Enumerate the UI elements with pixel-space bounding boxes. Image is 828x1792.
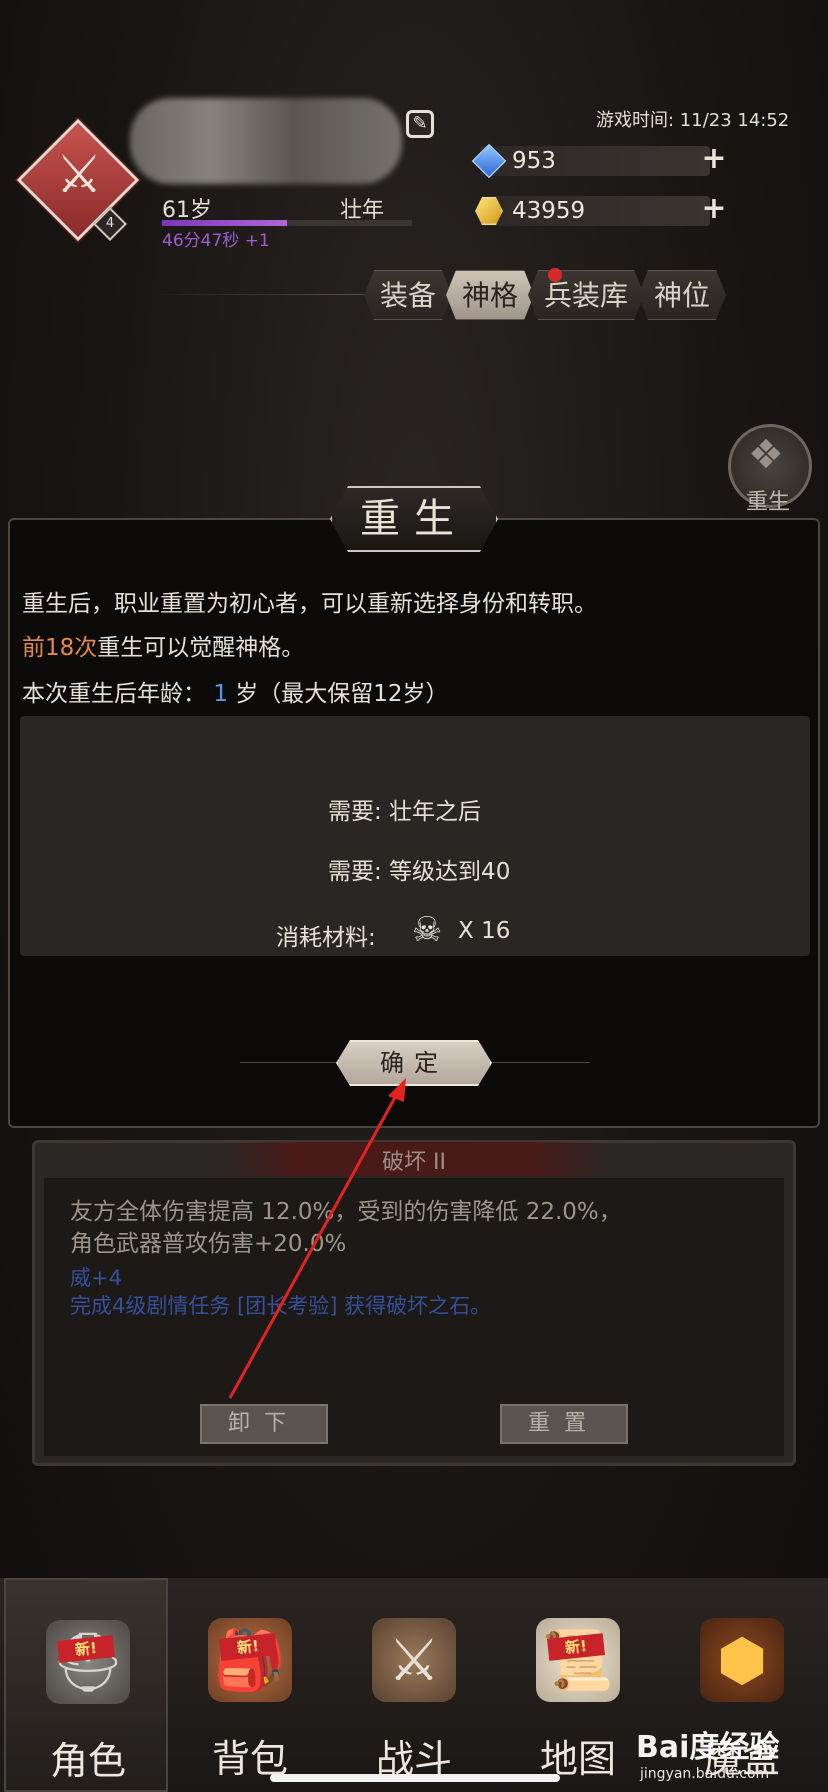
material-label: 消耗材料:: [276, 925, 376, 951]
nav-battle[interactable]: ⚔ 战斗: [332, 1578, 496, 1792]
age-note-suffix: 岁（最大保留12岁）: [235, 681, 449, 707]
notification-dot: [548, 268, 562, 282]
watermark-url: jingyan.baidu.com: [640, 1766, 770, 1782]
tab-armory[interactable]: 兵装库: [528, 270, 644, 320]
confirm-decor-line: [490, 1062, 590, 1063]
rebirth-age-note: 本次重生后年龄： 1 岁（最大保留12岁）: [22, 674, 449, 708]
awaken-note-text: 重生可以觉醒神格。: [97, 635, 305, 661]
confirm-decor-line: [240, 1062, 340, 1063]
rebirth-description: 重生后，职业重置为初心者，可以重新选择身份和转职。: [22, 591, 597, 617]
divider: [150, 294, 380, 295]
requirement-level: 需要: 等级达到40: [328, 859, 511, 885]
age-note-prefix: 本次重生后年龄：: [22, 681, 206, 707]
nav-backpack[interactable]: 🎒 新! 背包: [168, 1578, 332, 1792]
divinity-title: 破坏 II: [382, 1150, 446, 1175]
divinity-stat-line: 威+4: [70, 1266, 122, 1290]
dialog-title: 重生: [360, 496, 468, 542]
title-decor-line: [498, 518, 768, 520]
magic-box-icon: ⬢: [700, 1618, 784, 1702]
tab-divinity[interactable]: 神格: [446, 270, 534, 320]
title-decor-line: [60, 518, 330, 520]
age-after-rebirth: 1: [213, 681, 228, 707]
age-timer: 46分47秒 +1: [162, 231, 270, 251]
divinity-effect-line: 友方全体伤害提高 12.0%，受到的伤害降低 22.0%，: [70, 1199, 622, 1225]
crossed-swords-icon: ⚔: [55, 145, 103, 205]
add-gold-button[interactable]: +: [700, 194, 728, 224]
rank-number: 4: [105, 216, 115, 231]
tab-bar: 装备 神格 兵装库 神位: [364, 270, 720, 320]
rebirth-icon: ❖: [748, 432, 784, 478]
edit-icon[interactable]: ✎: [406, 110, 434, 138]
nav-character[interactable]: ⛑ 新! 角色: [4, 1578, 168, 1792]
reset-button[interactable]: 重置: [500, 1404, 628, 1444]
home-indicator[interactable]: [270, 1774, 560, 1782]
tab-divine-seat[interactable]: 神位: [638, 270, 726, 320]
requirement-life-stage: 需要: 壮年之后: [328, 799, 482, 825]
divinity-unlock-hint: 完成4级剧情任务 [团长考验] 获得破坏之石。: [70, 1294, 492, 1318]
baidu-watermark: Bai度经验: [636, 1730, 780, 1765]
divinity-effect-line: 角色武器普攻伤害+20.0%: [70, 1231, 347, 1257]
sword-shield-icon: ⚔: [372, 1618, 456, 1702]
material-count: X 16: [458, 918, 511, 944]
skull-material-icon: ☠: [411, 910, 443, 950]
rebirth-side-label: 重生: [746, 490, 791, 515]
gem-count: 953: [512, 148, 556, 174]
rebirth-awaken-note: 前18次重生可以觉醒神格。: [22, 628, 304, 662]
unload-button[interactable]: 卸下: [200, 1404, 328, 1444]
tab-equipment[interactable]: 装备: [364, 270, 452, 320]
add-gems-button[interactable]: +: [700, 144, 728, 174]
confirm-button-label[interactable]: 确定: [336, 1040, 492, 1086]
nav-label: 角色: [49, 1739, 126, 1783]
gold-count: 43959: [512, 198, 586, 224]
awaken-count-highlight: 前18次: [22, 635, 98, 661]
game-time: 游戏时间: 11/23 14:52: [596, 110, 790, 131]
player-name-blurred: [130, 98, 402, 184]
